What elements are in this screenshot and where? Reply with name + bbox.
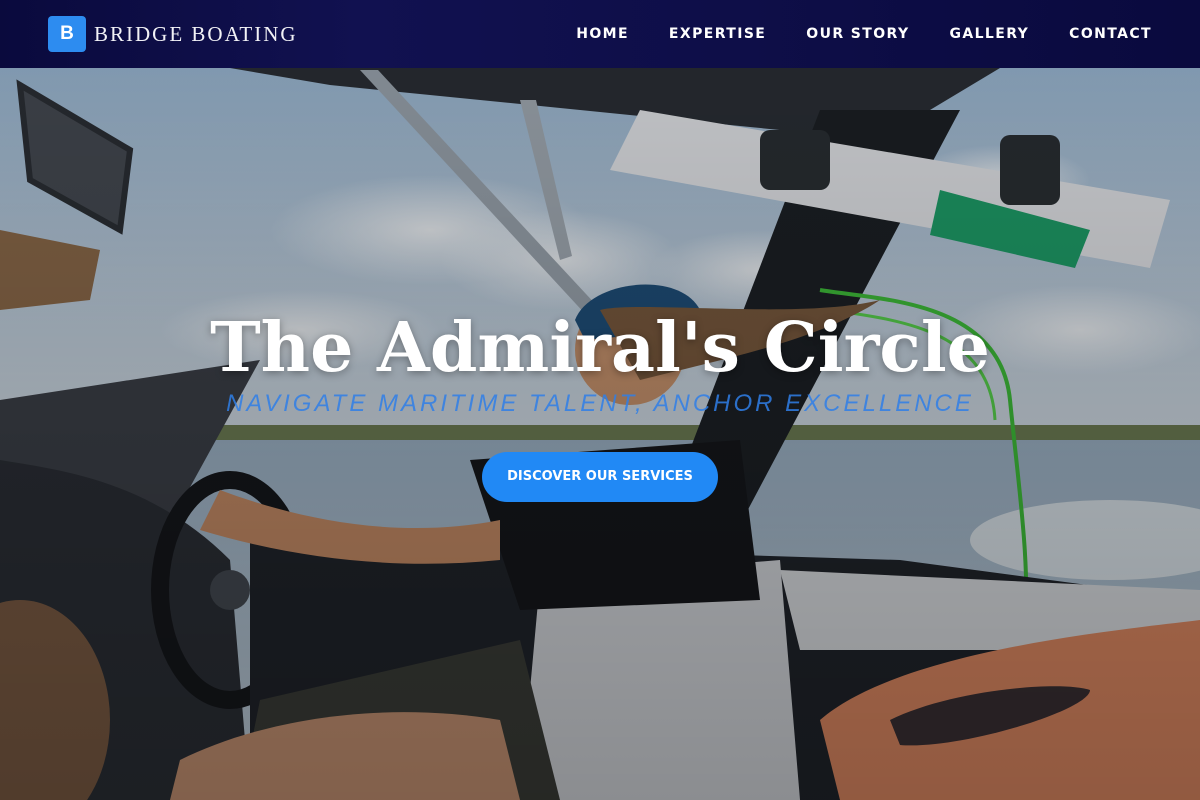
brand-logo-link[interactable]: B BRIDGE BOATING: [48, 16, 298, 52]
nav-link-gallery[interactable]: GALLERY: [949, 26, 1029, 42]
nav-link-home[interactable]: HOME: [576, 26, 629, 42]
brand-badge: B: [48, 16, 86, 52]
hero-title: The Admiral's Circle: [210, 308, 990, 388]
discover-services-button[interactable]: DISCOVER OUR SERVICES: [482, 452, 718, 502]
nav-link-expertise[interactable]: EXPERTISE: [669, 26, 766, 42]
hero-tagline: NAVIGATE MARITIME TALENT, ANCHOR EXCELLE…: [226, 390, 974, 417]
hero-section: The Admiral's Circle NAVIGATE MARITIME T…: [0, 300, 1200, 502]
nav-links: HOME EXPERTISE OUR STORY GALLERY CONTACT: [536, 26, 1152, 42]
nav-link-our-story[interactable]: OUR STORY: [806, 26, 909, 42]
top-navbar: B BRIDGE BOATING HOME EXPERTISE OUR STOR…: [0, 0, 1200, 68]
brand-name: BRIDGE BOATING: [94, 21, 298, 46]
nav-link-contact[interactable]: CONTACT: [1069, 26, 1152, 42]
